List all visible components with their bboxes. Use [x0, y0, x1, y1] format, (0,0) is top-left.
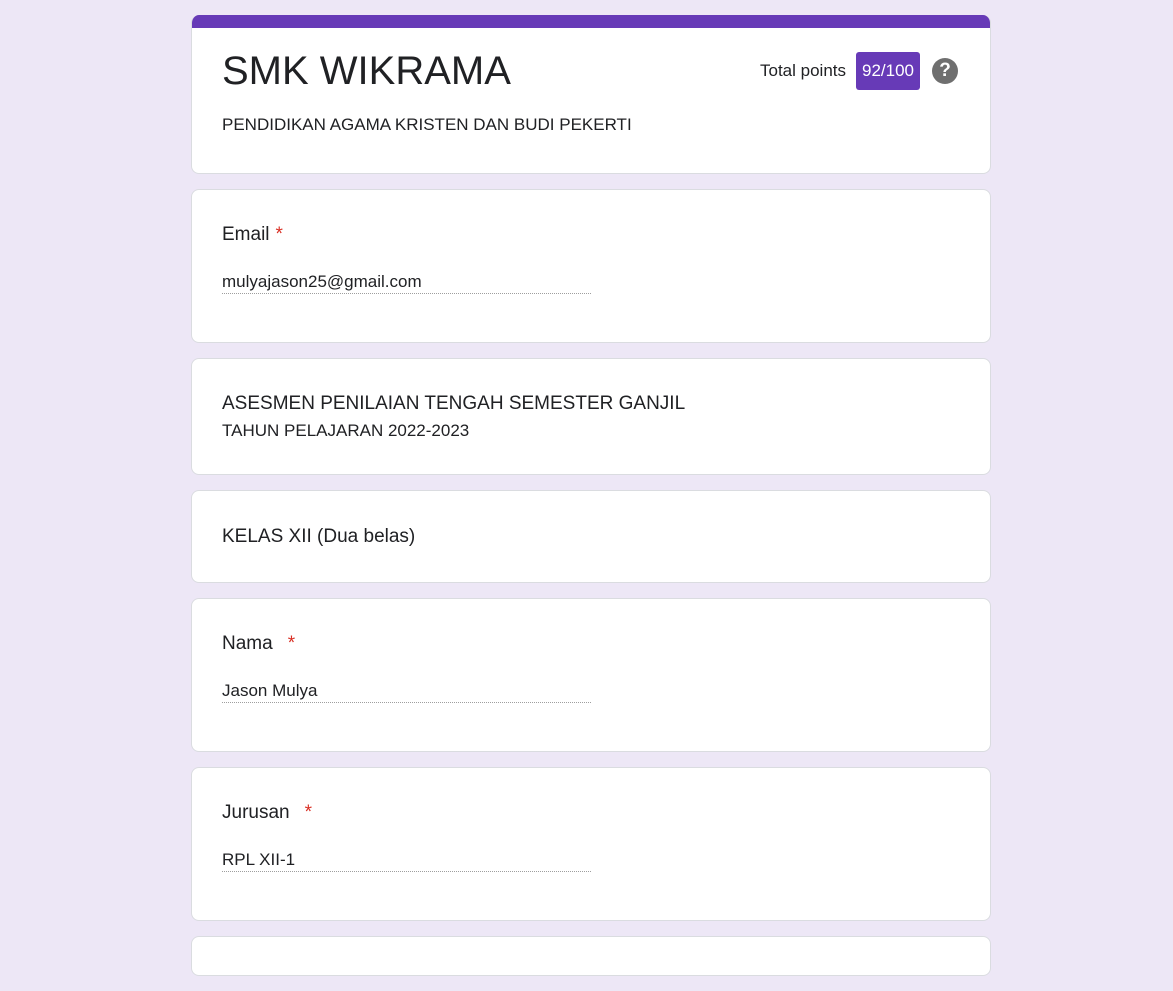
form-description: PENDIDIKAN AGAMA KRISTEN DAN BUDI PEKERT… [222, 115, 632, 134]
email-label: Email * [222, 224, 283, 246]
form-title: SMK WIKRAMA [222, 49, 511, 93]
next-question-card [191, 936, 991, 976]
accent-bar [192, 15, 990, 28]
section-header-card: ASESMEN PENILAIAN TENGAH SEMESTER GANJIL… [191, 358, 991, 475]
section-title: ASESMEN PENILAIAN TENGAH SEMESTER GANJIL [222, 393, 686, 414]
total-points: Total points 92/100 ? [760, 52, 958, 90]
total-points-label: Total points [760, 61, 846, 80]
email-question-card: Email * mulyajason25@gmail.com [191, 189, 991, 343]
major-question-card: Jurusan * RPL XII-1 [191, 767, 991, 921]
form-header-card: SMK WIKRAMA PENDIDIKAN AGAMA KRISTEN DAN… [191, 15, 991, 174]
class-title: KELAS XII (Dua belas) [222, 526, 416, 547]
required-asterisk: * [275, 224, 283, 245]
email-answer: mulyajason25@gmail.com [222, 272, 591, 294]
help-icon[interactable]: ? [932, 58, 958, 84]
required-asterisk: * [287, 633, 296, 654]
section-subtitle: TAHUN PELAJARAN 2022-2023 [222, 421, 470, 440]
required-asterisk: * [304, 802, 313, 823]
class-info-card: KELAS XII (Dua belas) [191, 490, 991, 583]
major-answer: RPL XII-1 [222, 850, 591, 872]
name-label-text: Nama [222, 633, 273, 654]
score-badge: 92/100 [856, 52, 920, 90]
form-container: SMK WIKRAMA PENDIDIKAN AGAMA KRISTEN DAN… [191, 15, 991, 991]
major-label-text: Jurusan [222, 802, 290, 823]
name-label: Nama * [222, 633, 295, 655]
name-answer: Jason Mulya [222, 681, 591, 703]
email-label-text: Email [222, 224, 270, 245]
name-question-card: Nama * Jason Mulya [191, 598, 991, 752]
major-label: Jurusan * [222, 802, 312, 824]
